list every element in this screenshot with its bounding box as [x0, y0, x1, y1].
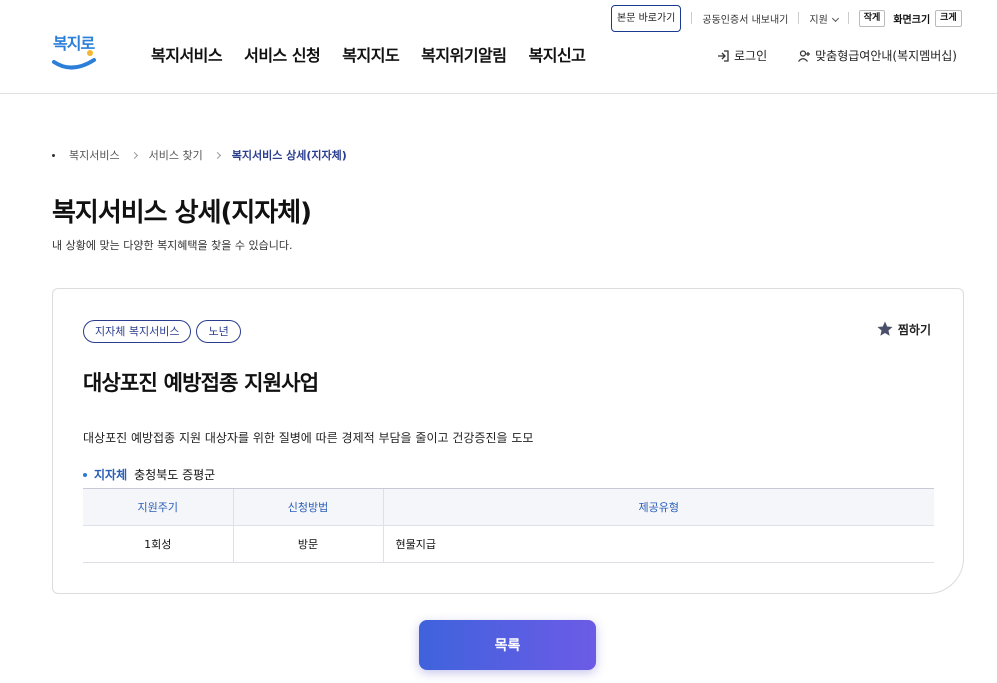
- column-header: 제공유형: [382, 488, 934, 526]
- bullet-icon: [83, 472, 87, 477]
- support-menu[interactable]: 지원: [809, 11, 839, 26]
- font-small-button[interactable]: 작게: [858, 9, 886, 27]
- login-link[interactable]: 로그인: [716, 47, 767, 64]
- chevron-down-icon: [831, 14, 839, 22]
- tag-local-welfare: 지자체 복지서비스: [83, 320, 192, 343]
- breadcrumb-item[interactable]: 복지서비스: [69, 147, 120, 163]
- nav-report[interactable]: 복지신고: [529, 42, 586, 66]
- home-icon[interactable]: [52, 153, 55, 157]
- cert-export-link[interactable]: 공동인증서 내보내기: [702, 11, 788, 26]
- nav-welfare-map[interactable]: 복지지도: [342, 42, 399, 66]
- nav-welfare-service[interactable]: 복지서비스: [151, 42, 223, 66]
- skip-to-content-link[interactable]: 본문 바로가기: [611, 4, 682, 32]
- favorite-button[interactable]: 찜하기: [876, 320, 931, 338]
- logo-smile-icon: [52, 50, 96, 70]
- breadcrumb-item[interactable]: 서비스 찾기: [149, 147, 203, 163]
- chevron-right-icon: [130, 151, 138, 159]
- table-row: 1회성 방문 현물지급: [83, 525, 934, 563]
- site-logo[interactable]: 복지로: [50, 30, 98, 74]
- list-button[interactable]: 목록: [419, 620, 596, 670]
- table-cell: 1회성: [83, 525, 233, 563]
- nav-service-apply[interactable]: 서비스 신청: [244, 42, 321, 66]
- service-detail-card: 지자체 복지서비스 노년 찜하기 대상포진 예방접종 지원사업 대상포진 예방접…: [52, 288, 964, 594]
- tag-list: 지자체 복지서비스 노년: [83, 320, 241, 343]
- membership-link[interactable]: 맞춤형급여안내(복지멤버십): [797, 47, 957, 64]
- utility-bar: 본문 바로가기 공동인증서 내보내기 지원 작게 화면크기 크게: [611, 4, 962, 32]
- column-header: 지원주기: [83, 488, 233, 526]
- support-label: 지원: [809, 14, 828, 26]
- tag-elderly: 노년: [196, 320, 241, 343]
- chevron-right-icon: [213, 151, 221, 159]
- region-value: 충청북도 증평군: [134, 468, 216, 482]
- font-large-button[interactable]: 크게: [935, 9, 962, 27]
- page-subtitle: 내 상황에 맞는 다양한 복지혜택을 찾을 수 있습니다.: [52, 239, 293, 252]
- divider: [847, 12, 849, 24]
- breadcrumb: 복지서비스 서비스 찾기 복지서비스 상세(지자체): [52, 147, 347, 163]
- divider: [691, 12, 693, 24]
- login-icon: [718, 49, 729, 62]
- service-info-table: 지원주기 신청방법 제공유형 1회성 방문 현물지급: [83, 488, 934, 563]
- breadcrumb-current: 복지서비스 상세(지자체): [231, 149, 347, 162]
- page-title: 복지서비스 상세(지자체): [52, 198, 312, 228]
- table-cell: 현물지급: [382, 525, 934, 563]
- header-actions: 로그인 맞춤형급여안내(복지멤버십): [716, 47, 957, 64]
- service-title: 대상포진 예방접종 지원사업: [83, 371, 319, 395]
- zoom-label: 화면크기: [893, 14, 931, 26]
- favorite-label: 찜하기: [897, 322, 931, 337]
- region-label: 지자체: [94, 468, 128, 482]
- membership-label: 맞춤형급여안내(복지멤버십): [815, 49, 957, 63]
- table-header-row: 지원주기 신청방법 제공유형: [83, 488, 934, 526]
- region-info: 지자체 충청북도 증평군: [83, 466, 215, 483]
- divider: [798, 12, 800, 24]
- user-plus-icon: [798, 49, 811, 62]
- table-cell: 방문: [232, 525, 383, 563]
- service-description: 대상포진 예방접종 지원 대상자를 위한 질병에 따른 경제적 부담을 줄이고 …: [83, 431, 534, 445]
- nav-crisis-alert[interactable]: 복지위기알림: [421, 42, 507, 66]
- column-header: 신청방법: [232, 488, 383, 526]
- login-label: 로그인: [734, 49, 768, 63]
- main-nav: 복지서비스 서비스 신청 복지지도 복지위기알림 복지신고: [151, 42, 586, 66]
- star-icon: [877, 321, 893, 336]
